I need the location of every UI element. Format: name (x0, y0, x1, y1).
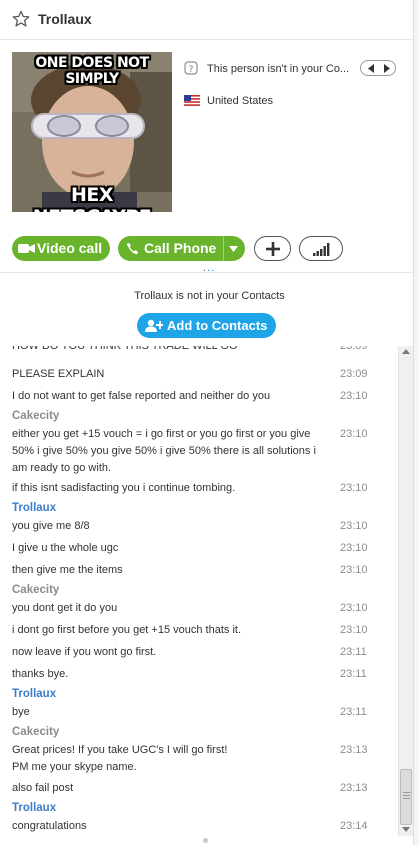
split-divider (223, 236, 224, 261)
not-in-contacts-text: Trollaux is not in your Contacts (134, 290, 285, 302)
sender-name: Trollaux (12, 688, 57, 700)
grip-lines-icon (403, 792, 410, 799)
message-time: 23:13 (340, 744, 368, 756)
sender-name: Trollaux (12, 502, 57, 514)
action-bar: Video call Call Phone (12, 236, 412, 262)
message-time: 23:11 (340, 668, 367, 680)
sender-name: Cakecity (12, 410, 60, 422)
message-time: 23:09 (340, 368, 368, 380)
add-to-contacts-button[interactable]: Add to Contacts (137, 313, 276, 338)
profile-picture: ONE DOES NOT SIMPLY HEX NETSCAYPE (12, 52, 172, 212)
prev-arrow-icon[interactable] (363, 63, 379, 74)
resize-grip[interactable] (203, 838, 208, 843)
message-time: 23:14 (340, 820, 368, 832)
favorite-star-icon[interactable] (12, 10, 30, 28)
message-text: I do not want to get false reported and … (12, 390, 271, 402)
us-flag-icon (184, 95, 200, 106)
message-time: 23:10 (340, 428, 368, 440)
phone-icon (126, 242, 139, 255)
notice-pager[interactable] (360, 60, 396, 76)
message-text: PLEASE EXPLAIN (12, 368, 105, 380)
message-text: either you get +15 vouch = i go first or… (12, 428, 316, 474)
chat-scrollbar[interactable] (398, 346, 413, 836)
message-time: 23:10 (340, 624, 368, 636)
add-to-contacts-label: Add to Contacts (167, 318, 268, 333)
contact-notice-text: This person isn't in your Co... (207, 63, 350, 75)
add-participant-button[interactable] (254, 236, 291, 261)
divider (0, 272, 419, 273)
sender-name: Cakecity (12, 726, 60, 738)
conversation-header: Trollaux (0, 0, 419, 40)
sender-name: Cakecity (12, 584, 60, 596)
next-arrow-icon[interactable] (379, 63, 395, 74)
message-text: you give me 8/8 (12, 520, 90, 532)
location-text: United States (207, 95, 274, 107)
add-user-icon (145, 319, 163, 332)
message-text: now leave if you wont go first. (12, 646, 157, 658)
scroll-up-icon[interactable] (402, 349, 410, 354)
video-call-button[interactable]: Video call (12, 236, 110, 261)
message-time: 23:10 (340, 564, 368, 576)
message-time: 23:13 (340, 782, 368, 794)
message-text: HOW DO YOU THINK THIS TRADE WILL GO (12, 346, 238, 352)
chat-history: HOW DO YOU THINK THIS TRADE WILL GO 23:0… (0, 346, 398, 836)
contact-name: Trollaux (38, 11, 92, 27)
message-text: Great prices! If you take UGC's I will g… (12, 744, 228, 773)
meme-bottom-text: HEX NETSCAYPE (33, 184, 152, 212)
message-text: if this isnt sadisfacting you i continue… (12, 482, 236, 494)
meme-top-text: ONE DOES NOT SIMPLY (35, 55, 149, 87)
call-phone-button[interactable]: Call Phone (118, 236, 245, 261)
message-time: 23:09 (340, 346, 368, 352)
message-text: I give u the whole ugc (12, 542, 119, 554)
message-time: 23:10 (340, 390, 368, 402)
message-text: you dont get it do you (12, 602, 118, 614)
plus-icon (266, 242, 280, 256)
message-text: bye (12, 706, 30, 718)
svg-text:?: ? (189, 65, 194, 75)
scroll-down-icon[interactable] (402, 827, 410, 832)
message-time: 23:10 (340, 542, 368, 554)
unknown-contact-icon: ? (184, 61, 198, 75)
signal-bars-icon (313, 243, 330, 256)
window-edge (413, 0, 419, 845)
message-time: 23:10 (340, 482, 368, 494)
message-time: 23:10 (340, 520, 368, 532)
message-text: congratulations (12, 820, 87, 832)
message-text: also fail post (12, 782, 74, 794)
call-quality-button[interactable] (299, 236, 343, 261)
message-text: thanks bye. (12, 668, 69, 680)
video-camera-icon (18, 244, 35, 253)
message-time: 23:11 (340, 646, 367, 658)
call-phone-label: Call Phone (144, 240, 217, 256)
message-text: i dont go first before you get +15 vouch… (12, 624, 242, 636)
message-time: 23:11 (340, 706, 367, 718)
sender-name: Trollaux (12, 802, 57, 814)
chevron-down-icon[interactable] (229, 246, 238, 252)
message-time: 23:10 (340, 602, 368, 614)
scroll-thumb[interactable] (400, 769, 412, 825)
video-call-label: Video call (37, 240, 103, 256)
message-text: then give me the items (12, 564, 123, 576)
